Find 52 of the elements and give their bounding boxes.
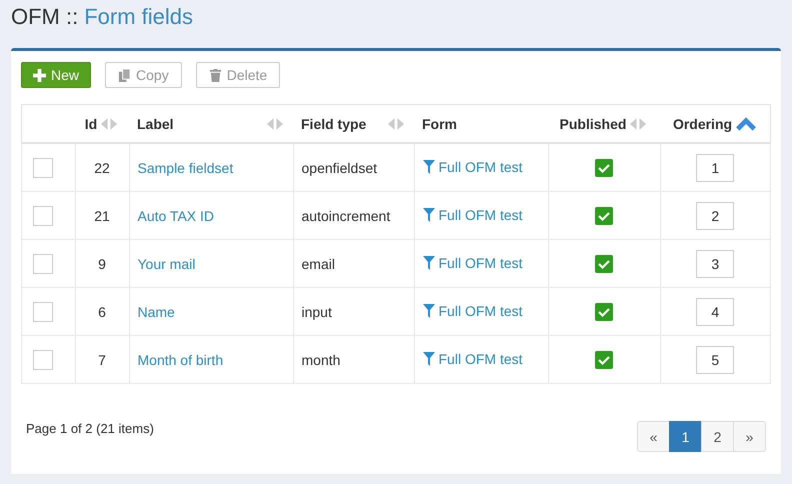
id-cell: 21 xyxy=(94,208,110,224)
column-header[interactable]: Id xyxy=(84,116,98,132)
field-type-cell: input xyxy=(302,304,332,320)
row-checkbox[interactable] xyxy=(33,206,53,226)
ordering-field[interactable]: 1 xyxy=(696,154,734,182)
plus-icon xyxy=(33,68,46,82)
page-title: Form fields xyxy=(84,4,194,29)
published-check-icon[interactable] xyxy=(595,158,613,177)
column-header[interactable]: Field type xyxy=(301,116,366,132)
row-checkbox[interactable] xyxy=(33,254,53,274)
page-summary: Page 1 of 2 (21 items) xyxy=(26,421,154,436)
row-checkbox[interactable] xyxy=(33,302,53,322)
id-cell: 6 xyxy=(98,304,106,320)
field-type-cell: email xyxy=(302,256,335,272)
page-button[interactable]: » xyxy=(733,421,766,452)
published-check-icon[interactable] xyxy=(595,254,613,273)
field-type-cell: openfieldset xyxy=(302,160,378,176)
label-link[interactable]: Name xyxy=(138,304,175,320)
trash-icon xyxy=(208,68,222,82)
filter-icon[interactable] xyxy=(422,304,434,318)
page-button[interactable]: « xyxy=(637,421,670,452)
label-link[interactable]: Your mail xyxy=(138,256,196,272)
field-type-cell: month xyxy=(302,352,340,368)
app-name: OFM :: xyxy=(11,4,78,29)
label-link[interactable]: Auto TAX ID xyxy=(138,208,214,224)
column-header[interactable]: Published xyxy=(560,116,626,132)
row-checkbox[interactable] xyxy=(33,158,53,178)
sort-up-icon[interactable] xyxy=(735,116,758,132)
filter-icon[interactable] xyxy=(422,256,434,270)
published-check-icon[interactable] xyxy=(595,206,613,225)
row-checkbox[interactable] xyxy=(33,350,53,370)
ordering-field[interactable]: 3 xyxy=(696,250,734,278)
column-header[interactable]: Form xyxy=(422,116,457,132)
id-cell: 22 xyxy=(94,160,110,176)
ordering-field[interactable]: 5 xyxy=(696,346,734,374)
copy-icon xyxy=(118,68,132,82)
ordering-field[interactable]: 2 xyxy=(696,202,734,230)
id-cell: 7 xyxy=(98,352,106,368)
published-check-icon[interactable] xyxy=(595,350,613,369)
published-check-icon[interactable] xyxy=(595,302,613,321)
filter-icon[interactable] xyxy=(422,160,434,174)
filter-icon[interactable] xyxy=(422,352,434,366)
filter-icon[interactable] xyxy=(422,208,434,222)
ordering-field[interactable]: 4 xyxy=(696,298,734,326)
page-button[interactable]: 1 xyxy=(669,421,702,452)
label-link[interactable]: Sample fieldset xyxy=(138,160,234,176)
page-button[interactable]: 2 xyxy=(701,421,734,452)
id-cell: 9 xyxy=(98,256,106,272)
field-type-cell: autoincrement xyxy=(302,208,390,224)
label-link[interactable]: Month of birth xyxy=(138,352,224,368)
column-header[interactable]: Label xyxy=(137,116,174,132)
column-header[interactable]: Ordering xyxy=(672,116,732,132)
